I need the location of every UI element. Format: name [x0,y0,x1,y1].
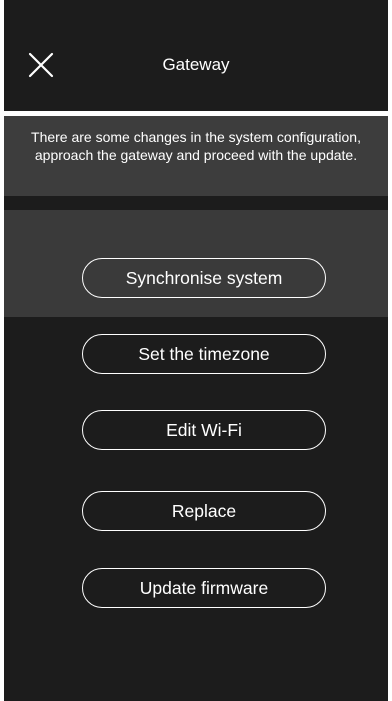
gateway-screen: Gateway There are some changes in the sy… [4,0,388,701]
synchronise-system-button[interactable]: Synchronise system [82,258,326,298]
replace-button[interactable]: Replace [82,491,326,531]
edit-wifi-button[interactable]: Edit Wi-Fi [82,410,326,450]
set-timezone-button[interactable]: Set the timezone [82,334,326,374]
page-title: Gateway [162,55,230,74]
update-notice: There are some changes in the system con… [4,116,388,196]
update-notice-text: There are some changes in the system con… [31,129,361,163]
update-firmware-button[interactable]: Update firmware [82,568,326,608]
header: Gateway [4,0,388,111]
